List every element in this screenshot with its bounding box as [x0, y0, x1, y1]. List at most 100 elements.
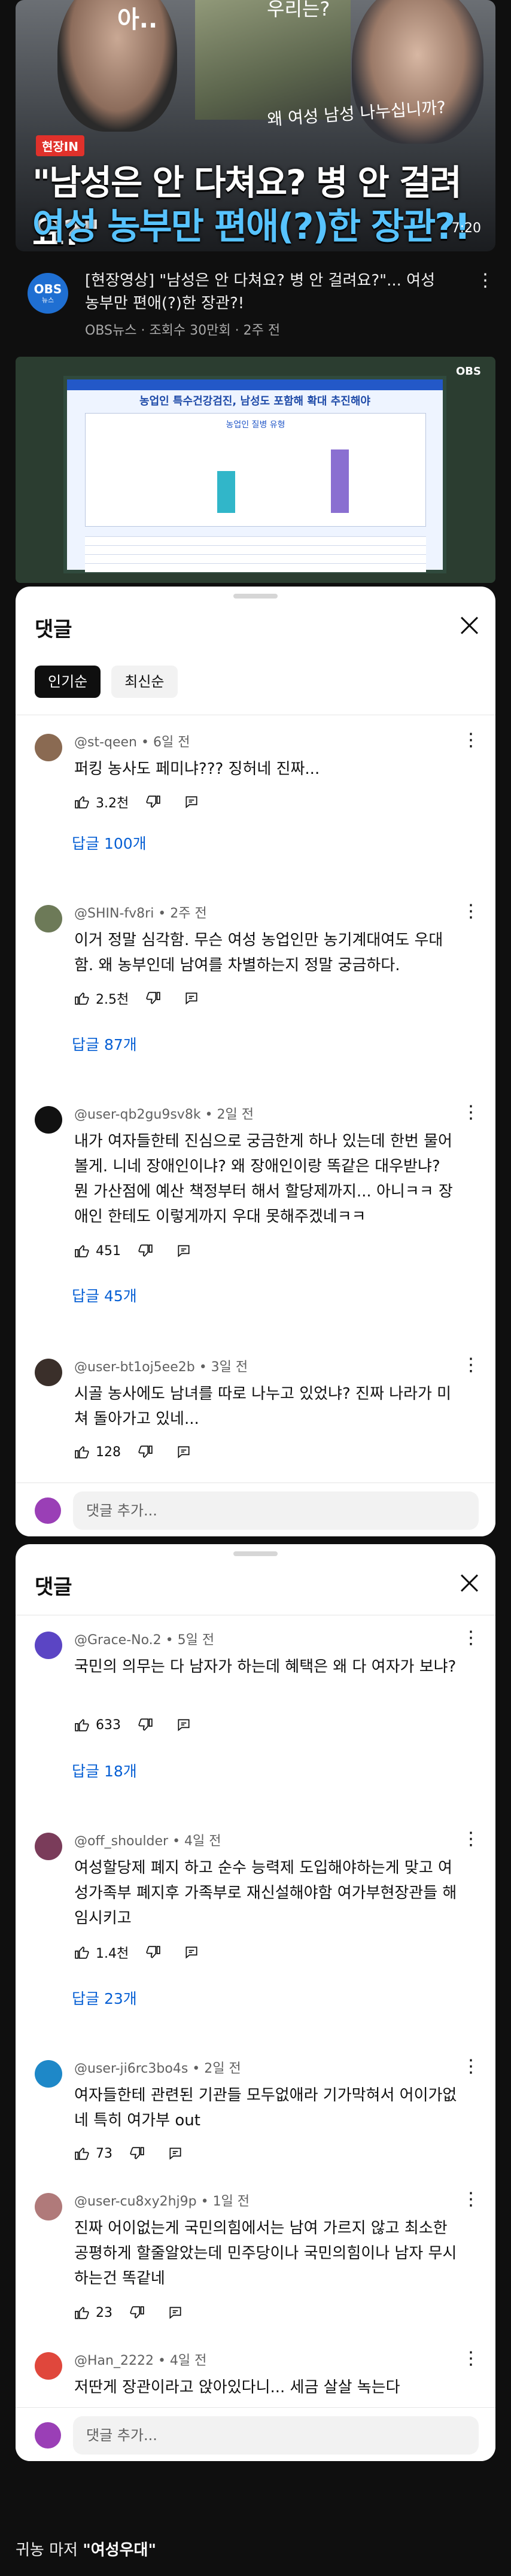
add-comment-bar: 댓글 추가... [16, 1483, 495, 1536]
chip-newest[interactable]: 최신순 [111, 666, 178, 698]
comments-title: 댓글 [35, 1575, 72, 1599]
comment-author-time[interactable]: @off_shoulder • 4일 전 [74, 1830, 221, 1849]
like-button[interactable]: 73 [74, 2146, 112, 2161]
comment-text: 진짜 어이없는게 국민의힘에서는 남여 가르지 않고 최소한 공평하게 할줄알았… [74, 2219, 457, 2288]
comment-author-time[interactable]: @user-cu8xy2hj9p • 1일 전 [74, 2191, 250, 2210]
comment-text: 여성할당제 폐지 하고 순수 능력제 도입해야하는게 맞고 여성가족부 폐지후 … [74, 1859, 457, 1927]
comment-author-time[interactable]: @Grace-No.2 • 5일 전 [74, 1629, 214, 1648]
dislike-button[interactable] [129, 2146, 151, 2161]
thumb-down-icon [146, 1946, 160, 1958]
still-screen-chart: 농업인 질병 유형 [85, 413, 426, 527]
reply-button[interactable] [184, 794, 205, 810]
avatar[interactable] [35, 2193, 62, 2220]
thumbnail-headline-line2: 여성 농부만 편애(?)한 장관?! [32, 206, 470, 248]
comment-author-time[interactable]: @user-qb2gu9sv8k • 2일 전 [74, 1104, 254, 1123]
thumb-down-icon [138, 1718, 153, 1731]
thumbnail-top-text-right: 우리는? [267, 0, 330, 20]
more-vert-icon[interactable]: ⋮ [462, 2058, 480, 2076]
still-screen-title: 농업인 특수건강검진, 남성도 포함해 확대 추진해야 [139, 395, 370, 408]
video-title[interactable]: [현장영상] "남성은 안 다쳐요? 병 안 걸려요?"... 여성 농부만 편… [85, 269, 444, 315]
dislike-button[interactable] [145, 1945, 167, 1960]
video-duration: 7:20 [451, 221, 481, 236]
like-button[interactable]: 23 [74, 2305, 112, 2320]
dislike-button[interactable] [145, 794, 167, 810]
avatar[interactable] [35, 1632, 62, 1659]
avatar[interactable] [35, 1106, 62, 1134]
reply-button[interactable] [176, 1243, 197, 1259]
close-icon[interactable] [458, 1572, 480, 1593]
chip-top-comments[interactable]: 인기순 [35, 666, 101, 698]
avatar[interactable] [35, 905, 62, 932]
reply-icon [185, 992, 197, 1005]
comment-author-time[interactable]: @user-bt1oj5ee2b • 3일 전 [74, 1356, 248, 1375]
comment-author-time[interactable]: @user-ji6rc3bo4s • 2일 전 [74, 2058, 241, 2077]
reply-button[interactable] [168, 2305, 189, 2320]
like-button[interactable]: 2.5천 [74, 989, 129, 1008]
reply-icon [169, 2307, 181, 2319]
more-vert-icon[interactable]: ⋮ [462, 731, 480, 749]
like-count: 73 [96, 2146, 112, 2161]
comments-sheet: 댓글 인기순 최신순 @st-qeen • 6일 전 퍼킹 농사도 페미냐???… [16, 587, 495, 1536]
like-button[interactable]: 3.2천 [74, 792, 129, 812]
reply-button[interactable] [184, 991, 205, 1006]
dislike-button[interactable] [129, 2305, 151, 2320]
reply-button[interactable] [176, 1717, 197, 1733]
like-button[interactable]: 128 [74, 1444, 121, 1460]
add-comment-input[interactable]: 댓글 추가... [73, 2416, 479, 2455]
more-vert-icon[interactable]: ⋮ [462, 2191, 480, 2209]
reply-button[interactable] [176, 1444, 197, 1460]
video-meta: OBS 뉴스 [현장영상] "남성은 안 다쳐요? 병 안 걸려요?"... 여… [28, 269, 494, 347]
channel-avatar[interactable]: OBS 뉴스 [28, 273, 68, 314]
comment-text: 내가 여자들한테 진심으로 궁금한게 하나 있는데 한번 물어볼게. 니네 장애… [74, 1132, 453, 1226]
thumb-up-icon [75, 2147, 89, 2160]
comment-item: @st-qeen • 6일 전 퍼킹 농사도 페미냐??? 징허네 진짜... … [16, 731, 495, 853]
view-replies-link[interactable]: 답글 45개 [72, 1284, 137, 1306]
sheet-drag-handle[interactable] [233, 594, 278, 599]
dislike-button[interactable] [138, 1243, 159, 1259]
reply-button[interactable] [184, 1945, 205, 1960]
like-button[interactable]: 451 [74, 1243, 121, 1259]
dislike-button[interactable] [138, 1717, 159, 1733]
sheet-drag-handle[interactable] [233, 1551, 278, 1556]
avatar[interactable] [35, 2060, 62, 2088]
more-vert-icon[interactable]: ⋮ [476, 272, 494, 290]
view-replies-link[interactable]: 답글 23개 [72, 1987, 137, 2009]
more-vert-icon[interactable]: ⋮ [462, 2350, 480, 2368]
like-count: 633 [96, 1717, 121, 1733]
comment-actions: 2.5천 [74, 986, 222, 1010]
thumb-up-icon [75, 1446, 89, 1459]
avatar[interactable] [35, 734, 62, 761]
avatar[interactable] [35, 1359, 62, 1386]
avatar[interactable] [35, 1833, 62, 1860]
reply-button[interactable] [168, 2146, 189, 2161]
still-screen-header-bar [67, 379, 443, 390]
view-replies-link[interactable]: 답글 87개 [72, 1033, 137, 1055]
comment-author-time[interactable]: @SHIN-fv8ri • 2주 전 [74, 903, 207, 922]
view-replies-link[interactable]: 답글 100개 [72, 832, 147, 853]
dislike-button[interactable] [145, 991, 167, 1006]
like-button[interactable]: 1.4천 [74, 1943, 129, 1962]
comment-author-time[interactable]: @Han_2222 • 4일 전 [74, 2350, 206, 2369]
like-count: 3.2천 [96, 796, 129, 811]
comment-item: @user-cu8xy2hj9p • 1일 전 진짜 어이없는게 국민의힘에서는… [16, 2191, 495, 2322]
channel-logo-text: OBS [34, 282, 62, 296]
video-thumbnail[interactable]: 아.. 우리는? 왜 여성 남성 나누십니까? 현장IN "남성은 안 다쳐요?… [16, 0, 495, 251]
comment-actions: 73 [74, 2141, 206, 2165]
more-vert-icon[interactable]: ⋮ [462, 1629, 480, 1647]
avatar [35, 1497, 61, 1524]
add-comment-bar: 댓글 추가... [16, 2407, 495, 2461]
close-icon[interactable] [458, 614, 480, 636]
more-vert-icon[interactable]: ⋮ [462, 1104, 480, 1122]
add-comment-input[interactable]: 댓글 추가... [73, 1491, 479, 1530]
dislike-button[interactable] [138, 1444, 159, 1460]
comment-item: @user-qb2gu9sv8k • 2일 전 내가 여자들한테 진심으로 궁금… [16, 1104, 495, 1313]
comment-author-time[interactable]: @st-qeen • 6일 전 [74, 731, 190, 751]
like-count: 2.5천 [96, 992, 129, 1007]
view-replies-link[interactable]: 답글 18개 [72, 1760, 137, 1781]
avatar[interactable] [35, 2352, 62, 2380]
like-button[interactable]: 633 [74, 1717, 121, 1733]
more-vert-icon[interactable]: ⋮ [462, 1830, 480, 1848]
like-count: 451 [96, 1243, 121, 1259]
more-vert-icon[interactable]: ⋮ [462, 1356, 480, 1374]
more-vert-icon[interactable]: ⋮ [462, 903, 480, 921]
